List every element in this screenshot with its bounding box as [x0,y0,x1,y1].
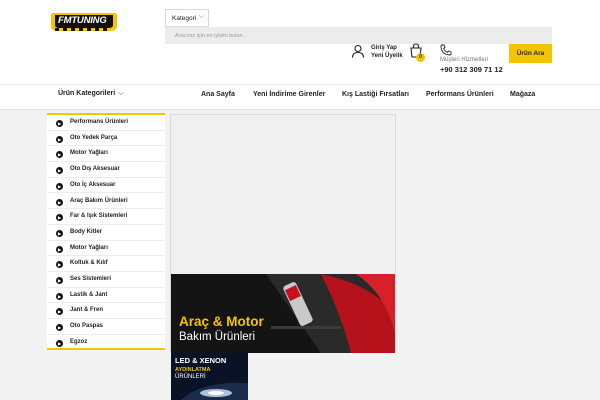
phone-icon [440,44,452,56]
nav-categories-label: Ürün Kategorileri [58,90,116,97]
sidebar-item-far-isik[interactable]: ▶ Far & Işık Sistemleri [47,209,165,225]
arrow-right-icon: ▶ [56,198,63,206]
category-select[interactable]: Kategori ⌵ [165,9,209,27]
arrow-right-icon: ▶ [56,277,63,284]
arrow-right-icon: ▶ [56,167,63,175]
search-input[interactable] [165,27,552,44]
arrow-right-icon: ▶ [56,292,63,300]
sidebar-item-label: Far & Işık Sistemleri [70,213,128,220]
banner-led-xenon[interactable]: LED & XENON AYDINLATMA ÜRÜNLERİ [171,353,248,400]
register-link[interactable]: Yeni Üyelik [371,52,403,60]
sidebar-item-motor-yaglari[interactable]: ▶ Motor Yağları [47,146,165,163]
sidebar-item-label: Oto Dış Aksesuar [70,166,120,173]
sidebar-item-label: Ses Sistemleri [70,276,112,282]
arrow-right-icon: ▶ [56,261,63,269]
arrow-right-icon: ▶ [56,120,63,127]
nav-link-winter-tires[interactable]: Kış Lastiği Fırsatları [342,85,409,110]
sidebar-item-label: Motor Yağları [70,244,108,251]
sidebar-item-jant-fren[interactable]: ▶ Jant & Fren [47,303,165,320]
sidebar-item-yedek-parca[interactable]: ▶ Oto Yedek Parça [47,131,165,147]
chevron-down-icon: ⌵ [198,13,204,20]
sidebar-item-koltuk-kilif[interactable]: ▶ Koltuk & Kılıf [47,256,165,272]
banner-care-title: Araç & Motor [179,314,264,329]
arrow-right-icon: ▶ [56,245,63,253]
page: FMTUNING Kategori ⌵ Giriş Yap Yeni Üyeli… [0,0,600,400]
support-phone[interactable]: +90 312 309 71 12 [440,65,503,74]
main-nav: Ürün Kategorileri ⌵ Ana Sayfa Yeni İndiri… [0,84,600,110]
category-select-label: Kategori [172,15,197,22]
nav-link-performance[interactable]: Performans Ürünleri [426,85,494,110]
banner-led-line3: ÜRÜNLERİ [175,374,206,380]
support-label: Müşteri Hizmetleri [440,57,489,63]
sidebar-item-label: Lastik & Jant [70,291,108,298]
sidebar-item-label: Oto Paspas [70,323,104,330]
sidebar-item-label: Oto Yedek Parça [70,134,118,141]
login-link[interactable]: Giriş Yap [371,44,403,52]
cart-count-badge: 0 [416,53,425,62]
user-icon[interactable] [351,44,365,58]
sidebar-bottom-accent [47,348,165,350]
arrow-right-icon: ▶ [56,135,63,143]
sidebar-item-label: Performans Ürünleri [70,119,129,125]
nav-link-home[interactable]: Ana Sayfa [201,85,235,110]
sidebar-item-label: Motor Yağları [70,150,108,157]
banner-led-line1: LED & XENON [175,356,227,365]
arrow-right-icon: ▶ [56,182,63,190]
sidebar-item-dis-aksesuar[interactable]: ▶ Oto Dış Aksesuar [47,162,165,178]
banner-car-care[interactable]: Araç & Motor Bakım Ürünleri [171,274,395,353]
sidebar-item-label: Body Kitler [70,228,103,235]
search-button[interactable]: Ürün Ara [509,44,552,63]
account-links[interactable]: Giriş Yap Yeni Üyelik [371,44,403,60]
sidebar-item-label: Araç Bakım Ürünleri [70,197,128,204]
arrow-right-icon: ▶ [56,339,63,347]
arrow-right-icon: ▶ [56,229,63,237]
banner-led-line2: AYDINLATMA [175,367,211,373]
sidebar-item-motor-yaglari-2[interactable]: ▶ Motor Yağları [47,241,165,257]
nav-link-new-discounts[interactable]: Yeni İndirime Girenler [253,85,325,110]
sidebar-item-bakim[interactable]: ▶ Araç Bakım Ürünleri [47,194,165,210]
arrow-right-icon: ▶ [56,151,63,159]
sidebar-item-ses-sistemleri[interactable]: ▶ Ses Sistemleri [47,272,165,288]
nav-categories-toggle[interactable]: Ürün Kategorileri ⌵ [47,85,165,111]
sidebar-item-label: Jant & Fren [70,307,104,314]
chevron-down-icon: ⌵ [118,90,124,97]
nav-link-store[interactable]: Mağaza [510,85,535,110]
site-logo[interactable]: FMTUNING [50,11,118,33]
arrow-right-icon: ▶ [56,324,63,332]
sidebar-item-lastik-jant[interactable]: ▶ Lastik & Jant [47,288,165,304]
sidebar-item-body-kitler[interactable]: ▶ Body Kitler [47,225,165,241]
arrow-right-icon: ▶ [56,308,63,316]
header: FMTUNING Kategori ⌵ Giriş Yap Yeni Üyeli… [0,0,600,84]
sidebar-item-label: Egzoz [70,338,88,345]
sidebar-item-performans[interactable]: ▶ Performans Ürünleri [47,115,165,131]
logo-text: FMTUNING [58,15,107,26]
sidebar-item-ic-aksesuar[interactable]: ▶ Oto İç Aksesuar [47,178,165,194]
banner-care-subtitle: Bakım Ürünleri [179,331,256,343]
arrow-right-icon: ▶ [56,214,63,222]
sidebar-item-label: Oto İç Aksesuar [70,181,116,188]
sidebar-item-paspas[interactable]: ▶ Oto Paspas [47,319,165,335]
category-sidebar: ▶ Performans Ürünleri ▶ Oto Yedek Parça ▶ M… [47,113,165,351]
sidebar-item-label: Koltuk & Kılıf [70,260,108,267]
